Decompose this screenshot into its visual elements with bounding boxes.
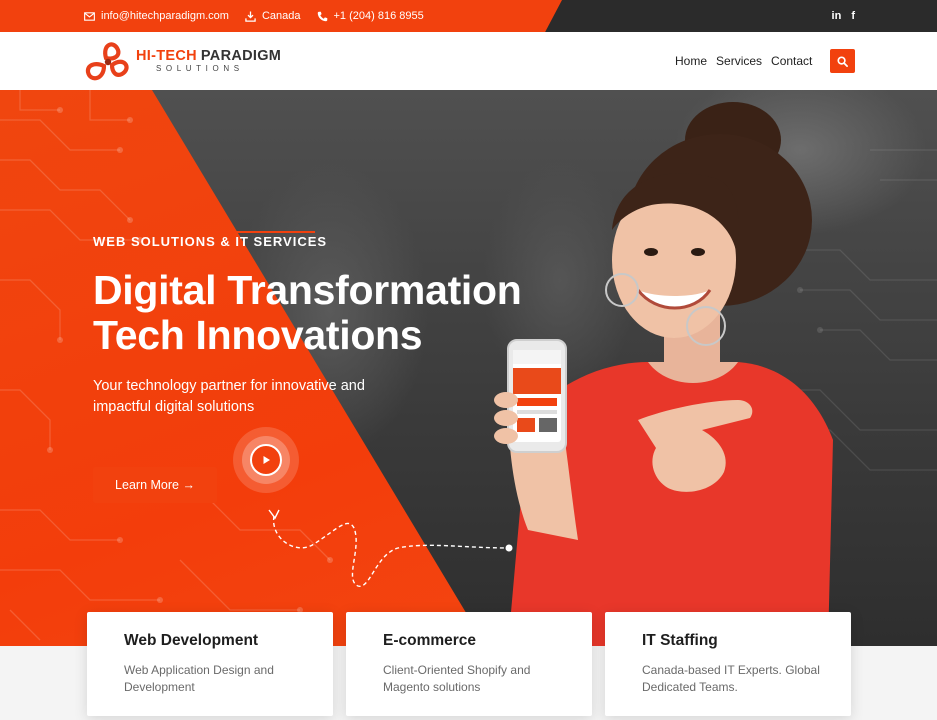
play-core: [250, 444, 282, 476]
logo[interactable]: HI-TECH PARADIGM SOLUTIONS: [84, 38, 281, 84]
hero-subtitle: Your technology partner for innovative a…: [93, 378, 365, 415]
location-text: Canada: [261, 10, 301, 22]
decorative-squiggle: [268, 509, 513, 587]
hero-title-line-1: Digital Transformation: [93, 267, 522, 313]
top-bar: info@hitechparadigm.com Canada +1 (204) …: [0, 0, 937, 32]
email-link[interactable]: info@hitechparadigm.com: [84, 10, 229, 22]
hero-model-image: [494, 102, 833, 646]
logo-name-accent: HI-TECH: [136, 47, 197, 64]
card-title: Web Development: [124, 632, 259, 649]
phone-icon: [317, 11, 327, 21]
logo-name-rest: PARADIGM: [200, 47, 282, 64]
service-card-web-development[interactable]: Web Development Web Application Design a…: [87, 612, 333, 716]
logo-mark-icon: [85, 42, 129, 81]
video-play-button[interactable]: [233, 427, 299, 493]
facebook-icon[interactable]: f: [851, 10, 855, 22]
phone-text: +1 (204) 816 8955: [333, 10, 424, 22]
social-links: in f: [832, 0, 855, 32]
card-description: Web Application Design and Development: [124, 663, 274, 694]
learn-more-button[interactable]: Learn More →: [93, 467, 217, 503]
main-nav: Home Services Contact: [675, 32, 812, 90]
card-title: IT Staffing: [642, 632, 718, 649]
logo-tagline: SOLUTIONS: [156, 64, 244, 74]
card-title: E-commerce: [383, 632, 477, 649]
search-icon: [837, 55, 848, 67]
service-card-it-staffing[interactable]: IT Staffing Canada-based IT Experts. Glo…: [605, 612, 851, 716]
logo-text: HI-TECH PARADIGM SOLUTIONS: [136, 49, 281, 74]
play-ring: [242, 436, 290, 484]
contact-info: info@hitechparadigm.com Canada +1 (204) …: [84, 0, 424, 32]
search-button[interactable]: [830, 49, 855, 73]
envelope-icon: [84, 11, 95, 21]
nav-services[interactable]: Services: [716, 54, 762, 68]
phone-link[interactable]: +1 (204) 816 8955: [317, 10, 424, 22]
location-item: Canada: [245, 10, 301, 22]
card-description: Canada-based IT Experts. Global Dedicate…: [642, 663, 820, 694]
hero-section: WEB SOLUTIONS & IT SERVICES Digital Tran…: [0, 90, 937, 646]
service-card-ecommerce[interactable]: E-commerce Client-Oriented Shopify and M…: [346, 612, 592, 716]
hero-title: Digital Transformation Tech Innovations: [93, 268, 563, 358]
nav-contact[interactable]: Contact: [771, 54, 812, 68]
hero-tagline: WEB SOLUTIONS & IT SERVICES: [93, 231, 327, 252]
logo-title: HI-TECH PARADIGM: [136, 49, 281, 64]
nav-home[interactable]: Home: [675, 54, 707, 68]
play-icon: [263, 456, 270, 464]
download-icon: [245, 10, 256, 22]
email-text: info@hitechparadigm.com: [101, 10, 229, 22]
linkedin-icon[interactable]: in: [832, 10, 842, 22]
site-header: HI-TECH PARADIGM SOLUTIONS Home Services…: [0, 32, 937, 90]
card-description: Client-Oriented Shopify and Magento solu…: [383, 663, 531, 694]
hero-title-line-2: Tech Innovations: [93, 312, 423, 358]
